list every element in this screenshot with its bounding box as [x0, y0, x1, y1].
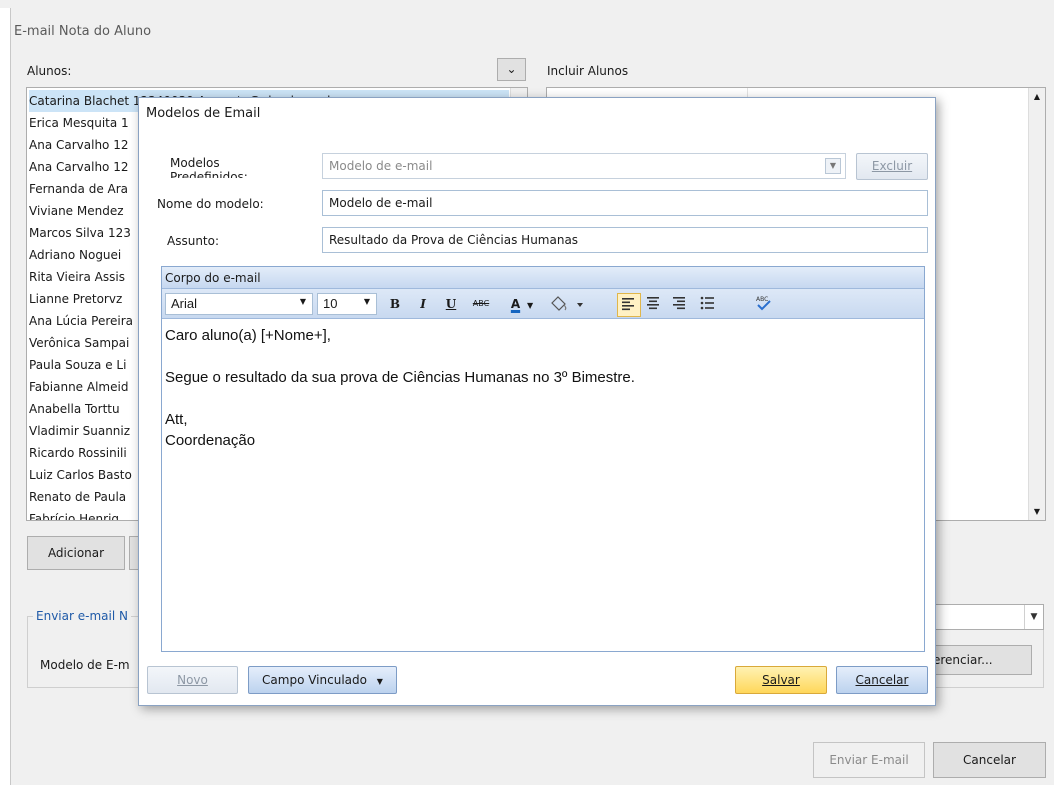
format-toolbar: Arial ▼ 10 ▼ B I U ABC A ▼ ABC	[162, 289, 924, 319]
assunto-value: Resultado da Prova de Ciências Humanas	[329, 233, 579, 247]
gerenciar-label: erenciar...	[933, 653, 993, 667]
campo-vinculado-button[interactable]: Campo Vinculado ▼	[248, 666, 397, 694]
chevron-down-icon: ⌄	[506, 62, 517, 76]
window-cancelar-label: Cancelar	[963, 753, 1016, 767]
corpo-email-header: Corpo do e-mail	[162, 267, 924, 289]
font-name-select[interactable]: Arial ▼	[165, 293, 313, 315]
scroll-down-icon[interactable]: ▼	[1029, 503, 1045, 520]
dropdown-arrow-icon: ▼	[363, 297, 370, 306]
italic-icon[interactable]: I	[412, 293, 434, 315]
strikethrough-icon[interactable]: ABC	[468, 293, 494, 315]
assunto-label: Assunto:	[167, 234, 220, 248]
email-body-line: Segue o resultado da sua prova de Ciênci…	[165, 369, 635, 386]
email-body-text: Caro aluno(a) [+Nome+], Segue o resultado…	[165, 325, 921, 451]
novo-label: Novo	[177, 673, 208, 687]
spellcheck-icon[interactable]: ABC	[753, 293, 777, 315]
adicionar-button[interactable]: Adicionar	[27, 536, 125, 570]
dropdown-arrow-icon: ▼	[825, 158, 841, 174]
font-name-value: Arial	[171, 296, 198, 311]
alunos-label: Alunos:	[27, 64, 72, 78]
nome-modelo-value: Modelo de e-mail	[329, 196, 433, 210]
nome-modelo-input[interactable]: Modelo de e-mail	[322, 190, 928, 216]
email-body-line	[165, 346, 921, 367]
incluir-alunos-label: Incluir Alunos	[547, 64, 629, 78]
underline-icon[interactable]: U	[440, 293, 462, 315]
font-size-select[interactable]: 10 ▼	[317, 293, 377, 315]
scroll-up-icon[interactable]: ▲	[1029, 88, 1045, 105]
align-right-icon[interactable]	[669, 293, 691, 315]
corpo-email-panel: Corpo do e-mail Arial ▼ 10 ▼ B I U ABC A…	[161, 266, 925, 652]
enviar-email-label: Enviar E-mail	[829, 753, 909, 767]
modelos-select[interactable]: Modelo de e-mail ▼	[322, 153, 846, 179]
email-body-line: Att,	[165, 411, 188, 428]
assunto-input[interactable]: Resultado da Prova de Ciências Humanas	[322, 227, 928, 253]
email-body-line	[165, 388, 921, 409]
email-body-line: Caro aluno(a) [+Nome+],	[165, 327, 331, 344]
dialog-title: Modelos de Email	[146, 106, 261, 121]
campo-vinculado-label: Campo Vinculado	[262, 673, 367, 687]
modal-cancelar-label: Cancelar	[855, 673, 909, 687]
excluir-label: Excluir	[871, 159, 913, 173]
svg-text:ABC: ABC	[756, 296, 768, 303]
dropdown-arrow-icon: ▼	[1024, 605, 1043, 629]
window-cancelar-button[interactable]: Cancelar	[933, 742, 1046, 778]
align-center-icon[interactable]	[643, 293, 665, 315]
modelos-value: Modelo de e-mail	[329, 159, 433, 173]
modelo-email-select[interactable]: ▼	[930, 604, 1044, 630]
enviar-email-button[interactable]: Enviar E-mail	[813, 742, 925, 778]
top-strip	[0, 0, 1054, 8]
bold-icon[interactable]: B	[384, 293, 406, 315]
modelo-email-label: Modelo de E-m	[40, 658, 130, 672]
novo-button[interactable]: Novo	[147, 666, 238, 694]
email-body-line: Coordenação	[165, 432, 256, 449]
enviar-group-label: Enviar e-mail N	[33, 608, 131, 624]
expand-toggle-button[interactable]: ⌄	[497, 58, 526, 81]
salvar-label: Salvar	[762, 673, 800, 687]
included-scrollbar[interactable]: ▲ ▼	[1028, 88, 1045, 520]
font-color-icon[interactable]: A ▼	[502, 293, 542, 315]
bullet-list-icon[interactable]	[697, 293, 719, 315]
modal-cancelar-button[interactable]: Cancelar	[836, 666, 928, 694]
window-title: E-mail Nota do Aluno	[14, 24, 152, 39]
modelos-label: Modelos Predefinidos:	[170, 156, 248, 178]
dropdown-arrow-icon: ▼	[299, 297, 306, 306]
font-size-value: 10	[323, 296, 338, 311]
nome-label: Nome do modelo:	[157, 197, 264, 211]
salvar-button[interactable]: Salvar	[735, 666, 827, 694]
excluir-button[interactable]: Excluir	[856, 153, 928, 180]
dropdown-arrow-icon: ▼	[376, 677, 383, 686]
align-left-icon[interactable]	[617, 293, 641, 317]
gerenciar-button[interactable]: erenciar...	[930, 645, 1032, 675]
highlight-color-icon[interactable]	[546, 293, 588, 315]
email-body-editor[interactable]: Caro aluno(a) [+Nome+], Segue o resultado…	[162, 320, 924, 651]
adicionar-label: Adicionar	[47, 546, 105, 560]
